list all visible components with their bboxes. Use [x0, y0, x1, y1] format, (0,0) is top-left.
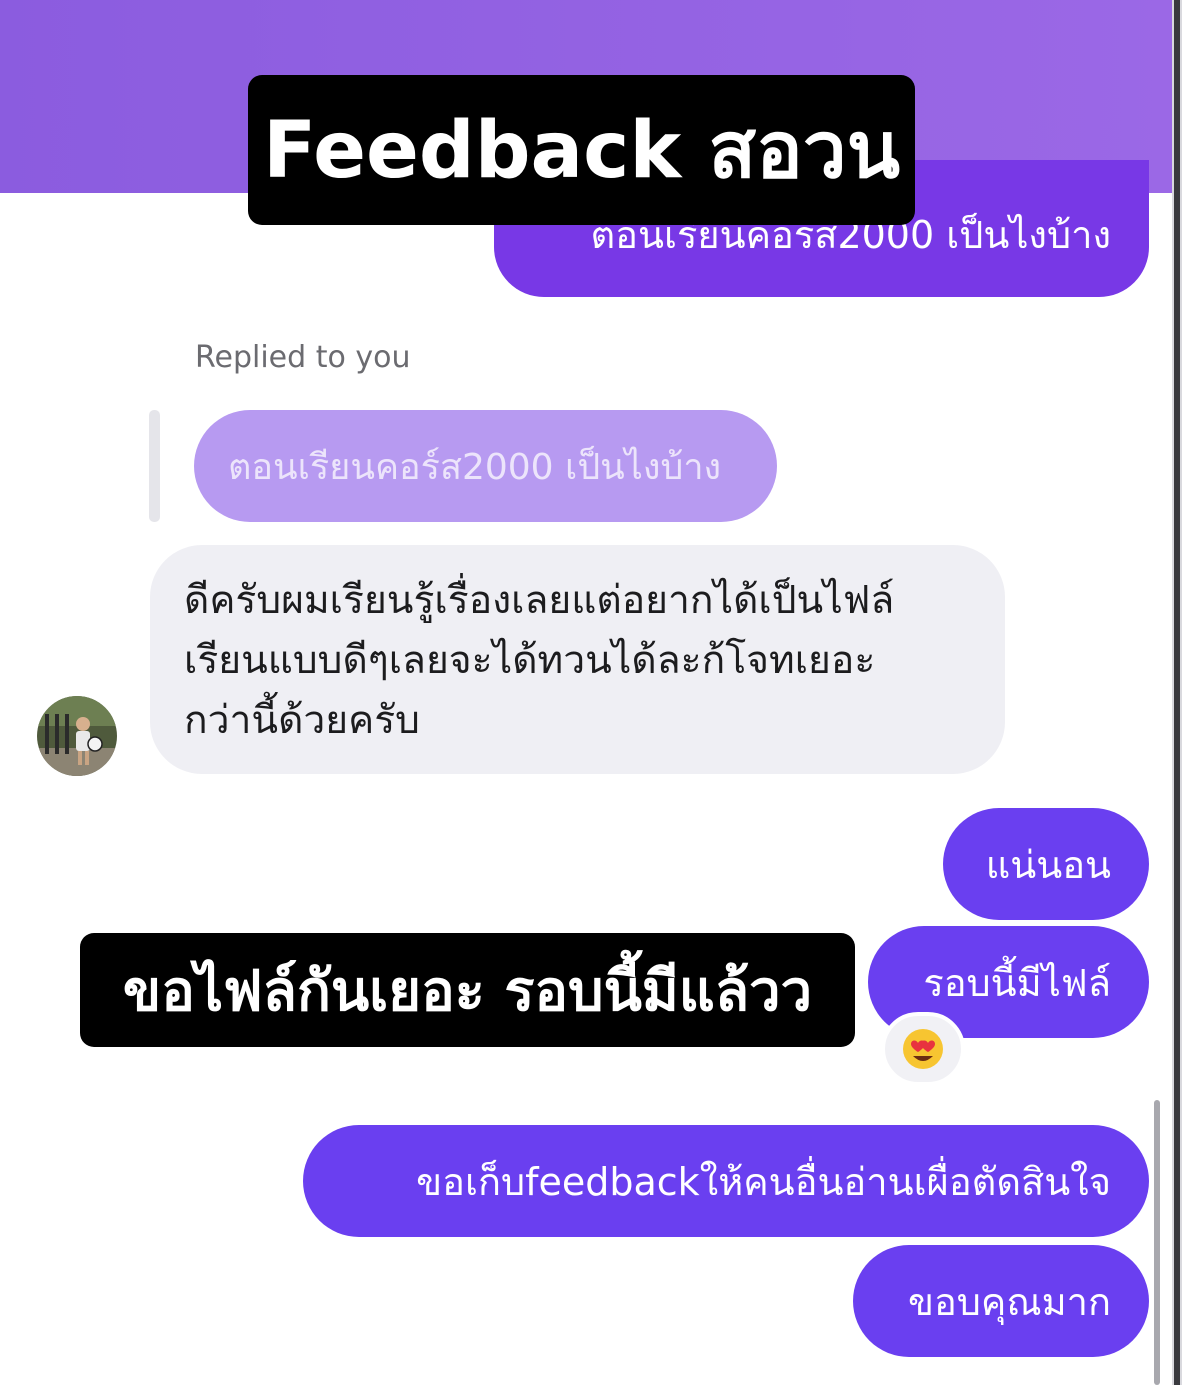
quoted-message[interactable]: ตอนเรียนคอร์ส2000 เป็นไงบ้าง [194, 410, 777, 522]
outgoing-message-keep-feedback[interactable]: ขอเก็บfeedbackให้คนอื่นอ่านเผื่อตัดสินใจ [303, 1125, 1149, 1237]
heart-eyes-emoji-icon [903, 1029, 943, 1069]
top-caption-overlay: Feedback สอวน [248, 75, 915, 225]
middle-caption-text: ขอไฟล์กันเยอะ รอบนี้มีแล้วว [122, 958, 813, 1024]
outgoing-message-sure[interactable]: แน่นอน [943, 808, 1149, 920]
avatar-photo [37, 696, 117, 776]
sender-avatar[interactable] [37, 696, 117, 776]
window-edge-dark [1174, 0, 1180, 1385]
outgoing-message-thanks-text: ขอบคุณมาก [908, 1279, 1111, 1324]
incoming-message-line: ดีครับผมเรียนรู้เรื่องเลยแต่อยากได้เป็นไ… [184, 578, 895, 623]
replied-to-you-label: Replied to you [195, 340, 411, 375]
quoted-message-text: ตอนเรียนคอร์ส2000 เป็นไงบ้าง [228, 446, 722, 488]
incoming-message[interactable]: ดีครับผมเรียนรู้เรื่องเลยแต่อยากได้เป็นไ… [150, 545, 1005, 774]
chat-scrollbar[interactable] [1154, 1100, 1160, 1385]
outgoing-message-thanks[interactable]: ขอบคุณมาก [853, 1245, 1149, 1357]
reaction-badge[interactable] [881, 1012, 965, 1086]
middle-caption-overlay: ขอไฟล์กันเยอะ รอบนี้มีแล้วว [80, 933, 855, 1047]
outgoing-message-file-text: รอบนี้มีไฟล์ [923, 960, 1111, 1005]
incoming-message-line: กว่านี้ด้วยครับ [184, 698, 420, 743]
reply-indicator-bar [149, 410, 160, 522]
outgoing-message-keep-feedback-text: ขอเก็บfeedbackให้คนอื่นอ่านเผื่อตัดสินใจ [416, 1159, 1111, 1204]
incoming-message-line: เรียนแบบดีๆเลยจะได้ทวนได้ละก้โจทเยอะ [184, 638, 876, 683]
outgoing-message-sure-text: แน่นอน [985, 842, 1111, 887]
top-caption-text: Feedback สอวน [262, 106, 901, 196]
